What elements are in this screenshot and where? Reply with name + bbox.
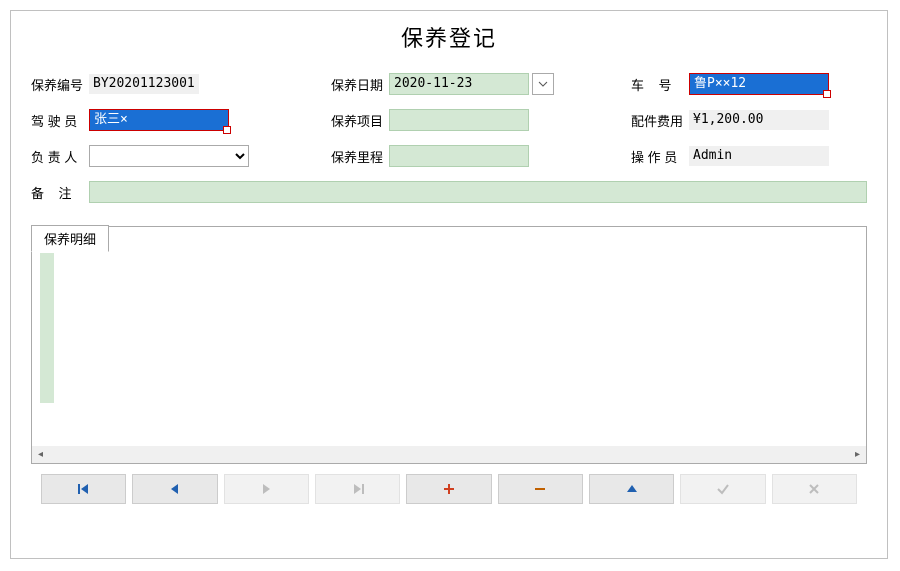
prev-icon bbox=[168, 482, 182, 496]
field-maint-no: BY20201123001 bbox=[89, 74, 199, 94]
first-icon bbox=[77, 482, 91, 496]
field-remark[interactable] bbox=[89, 181, 867, 203]
label-maint-no: 保养编号 bbox=[31, 75, 89, 94]
label-remark: 备 注 bbox=[31, 183, 89, 202]
up-button[interactable] bbox=[589, 474, 674, 504]
detail-panel: ◂ ▸ bbox=[31, 226, 867, 464]
prev-button[interactable] bbox=[132, 474, 217, 504]
page-title: 保养登记 bbox=[31, 21, 867, 53]
navigator-toolbar bbox=[31, 474, 867, 504]
check-icon bbox=[716, 482, 730, 496]
next-button bbox=[224, 474, 309, 504]
field-maint-date[interactable]: 2020-11-23 bbox=[389, 73, 529, 95]
detail-column-marker bbox=[40, 253, 54, 403]
last-button bbox=[315, 474, 400, 504]
form-row-1: 保养编号 BY20201123001 保养日期 2020-11-23 车 号 鲁… bbox=[31, 73, 867, 95]
label-plate: 车 号 bbox=[631, 75, 689, 94]
date-picker-button[interactable] bbox=[532, 73, 554, 95]
field-operator: Admin bbox=[689, 146, 829, 166]
horizontal-scrollbar[interactable]: ◂ ▸ bbox=[32, 446, 866, 463]
field-mileage[interactable] bbox=[389, 145, 529, 167]
confirm-button bbox=[680, 474, 765, 504]
first-button[interactable] bbox=[41, 474, 126, 504]
next-icon bbox=[259, 482, 273, 496]
chevron-down-icon bbox=[538, 81, 548, 87]
form-row-3: 负 责 人 保养里程 操 作 员 Admin bbox=[31, 145, 867, 167]
detail-container: 保养明细 ◂ ▸ bbox=[31, 226, 867, 464]
minus-icon bbox=[533, 482, 547, 496]
label-parts-cost: 配件费用 bbox=[631, 111, 689, 130]
field-manager-select[interactable] bbox=[89, 145, 249, 167]
field-plate[interactable]: 鲁P××12 bbox=[689, 73, 829, 95]
add-button[interactable] bbox=[406, 474, 491, 504]
label-mileage: 保养里程 bbox=[331, 147, 389, 166]
field-driver[interactable]: 张三× bbox=[89, 109, 229, 131]
label-maint-date: 保养日期 bbox=[331, 75, 389, 94]
plus-icon bbox=[442, 482, 456, 496]
field-maint-item[interactable] bbox=[389, 109, 529, 131]
delete-button[interactable] bbox=[498, 474, 583, 504]
tab-detail[interactable]: 保养明细 bbox=[31, 225, 109, 252]
scroll-right-icon[interactable]: ▸ bbox=[849, 446, 866, 463]
form-row-remark: 备 注 bbox=[31, 181, 867, 203]
label-driver: 驾 驶 员 bbox=[31, 111, 89, 130]
maintenance-window: 保养登记 保养编号 BY20201123001 保养日期 2020-11-23 … bbox=[10, 10, 888, 559]
close-icon bbox=[807, 482, 821, 496]
cancel-button bbox=[772, 474, 857, 504]
label-maint-item: 保养项目 bbox=[331, 111, 389, 130]
triangle-up-icon bbox=[625, 482, 639, 496]
label-operator: 操 作 员 bbox=[631, 147, 689, 166]
label-manager: 负 责 人 bbox=[31, 147, 89, 166]
field-parts-cost: ¥1,200.00 bbox=[689, 110, 829, 130]
last-icon bbox=[351, 482, 365, 496]
scroll-left-icon[interactable]: ◂ bbox=[32, 446, 49, 463]
form-row-2: 驾 驶 员 张三× 保养项目 配件费用 ¥1,200.00 bbox=[31, 109, 867, 131]
